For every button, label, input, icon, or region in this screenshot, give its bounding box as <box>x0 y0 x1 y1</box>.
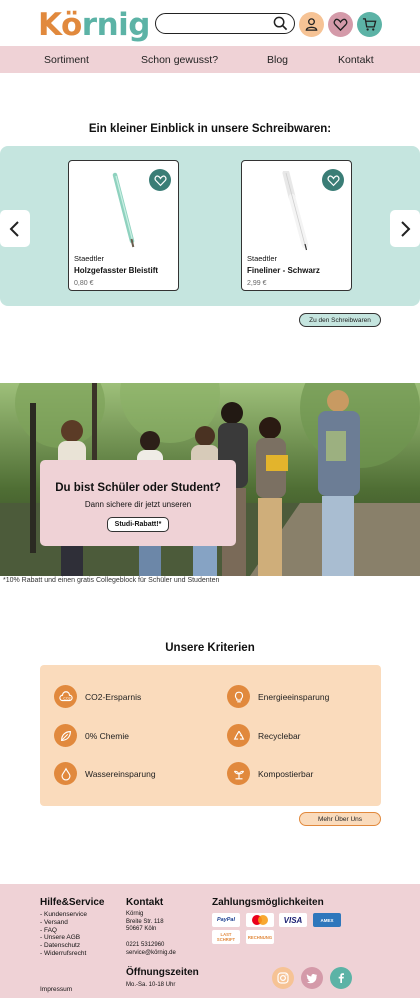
svg-text:CO2: CO2 <box>63 696 70 700</box>
nav-item-blog[interactable]: Blog <box>267 54 288 66</box>
pencil-image <box>112 172 135 248</box>
facebook-button[interactable] <box>330 967 352 989</box>
twitter-button[interactable] <box>301 967 323 989</box>
kriterium-energie: Energieeinsparung <box>227 685 329 708</box>
product-name[interactable]: Fineliner - Schwarz <box>247 266 320 275</box>
footer-phone[interactable]: 0221 5312960 <box>126 942 176 950</box>
wishlist-button[interactable] <box>328 12 353 37</box>
logo-part-1: Kö <box>38 7 82 43</box>
product-price: 0,80 € <box>74 280 94 287</box>
kriterium-wasser: Wassereinsparung <box>54 762 156 785</box>
user-icon <box>305 18 318 31</box>
student-discount-box: Du bist Schüler oder Student? Dann siche… <box>40 460 236 546</box>
heart-icon <box>333 18 348 32</box>
hero-subtitle: Dann sichere dir jetzt unseren <box>84 500 192 509</box>
student-hero-banner: Du bist Schüler oder Student? Dann siche… <box>0 383 420 576</box>
product-carousel: Staedtler Holzgefasster Bleistift 0,80 €… <box>0 146 420 306</box>
to-stationery-button[interactable]: Zu den Schreibwaren <box>299 313 381 327</box>
lastschrift-badge: LAST SCHRIFT <box>212 930 240 944</box>
paypal-badge: PayPal <box>212 913 240 927</box>
hero-title: Du bist Schüler oder Student? <box>55 482 221 494</box>
mastercard-badge <box>246 913 274 927</box>
carousel-prev-button[interactable] <box>0 210 30 247</box>
rechnung-badge: RECHNUNG <box>246 930 274 944</box>
footer-link-kundenservice[interactable]: Kundenservice <box>40 911 87 919</box>
cart-icon <box>362 18 377 31</box>
twitter-icon <box>306 974 318 984</box>
sprout-icon <box>233 770 244 779</box>
footer-link-datenschutz[interactable]: Datenschutz <box>40 942 87 950</box>
carousel-next-button[interactable] <box>390 210 420 247</box>
account-button[interactable] <box>299 12 324 37</box>
footer-link-versand[interactable]: Versand <box>40 919 87 927</box>
footer-address: Körnig Breite Str. 118 50667 Köln <box>126 911 164 933</box>
footer-link-agb[interactable]: Unsere AGB <box>40 934 87 942</box>
mastercard-icon <box>252 915 268 925</box>
kriterium-co2: CO2 CO2-Ersparnis <box>54 685 141 708</box>
kriterium-chemie: 0% Chemie <box>54 724 129 747</box>
product-brand: Staedtler <box>247 254 278 263</box>
main-nav: Sortiment Schon gewusst? Blog Kontakt <box>0 46 420 73</box>
heart-icon <box>327 174 339 186</box>
cloud-co2-icon: CO2 <box>58 690 73 701</box>
recycle-icon <box>233 730 244 740</box>
instagram-icon <box>277 972 289 984</box>
footer-payment-title: Zahlungsmöglichkeiten <box>212 897 324 908</box>
product-brand: Staedtler <box>74 254 105 263</box>
kriterium-recycle: Recyclebar <box>227 724 301 747</box>
water-drop-icon <box>60 766 71 781</box>
logo-part-2: rnig <box>81 7 151 43</box>
chevron-left-icon <box>9 220 19 237</box>
discount-footnote: *10% Rabatt und einen gratis Collegebloc… <box>3 577 220 584</box>
search-input[interactable] <box>155 13 295 34</box>
logo[interactable]: Körnig <box>38 7 150 43</box>
more-about-us-button[interactable]: Mehr Über Uns <box>299 812 381 826</box>
add-to-wishlist-button[interactable] <box>149 169 171 191</box>
kriterien-title: Unsere Kriterien <box>165 642 255 654</box>
product-name[interactable]: Holzgefasster Bleistift <box>74 266 158 275</box>
chevron-right-icon <box>401 220 411 237</box>
search-icon[interactable] <box>273 16 288 31</box>
heart-icon <box>154 174 166 186</box>
footer-hilfe-title: Hilfe&Service <box>40 897 105 908</box>
footer-hours: Mo.-Sa. 10-18 Uhr <box>126 982 176 988</box>
leaf-icon <box>60 730 71 741</box>
product-price: 2,99 € <box>247 280 267 287</box>
cart-button[interactable] <box>357 12 382 37</box>
fineliner-image <box>282 171 309 251</box>
footer-hours-title: Öffnungszeiten <box>126 967 199 978</box>
lightbulb-icon <box>234 691 243 702</box>
footer-link-faq[interactable]: FAQ <box>40 927 87 935</box>
product-card[interactable]: Staedtler Fineliner - Schwarz 2,99 € <box>241 160 352 291</box>
footer-link-widerrufsrecht[interactable]: Widerrufsrecht <box>40 950 87 958</box>
footer-email[interactable]: service@körnig.de <box>126 950 176 958</box>
instagram-button[interactable] <box>272 967 294 989</box>
products-section-title: Ein kleiner Einblick in unsere Schreibwa… <box>88 123 332 135</box>
facebook-icon <box>338 973 344 983</box>
footer-hilfe-list: Kundenservice Versand FAQ Unsere AGB Dat… <box>40 911 87 958</box>
amex-badge: AMEX <box>313 913 341 927</box>
footer-link-impressum[interactable]: Impressum <box>40 986 72 994</box>
kriterien-box: CO2 CO2-Ersparnis Energieeinsparung 0% C… <box>40 665 381 806</box>
nav-item-kontakt[interactable]: Kontakt <box>338 54 374 66</box>
kriterium-kompost: Kompostierbar <box>227 762 313 785</box>
footer-kontakt-title: Kontakt <box>126 897 164 908</box>
student-discount-button[interactable]: Studi-Rabatt!* <box>107 517 169 532</box>
product-card[interactable]: Staedtler Holzgefasster Bleistift 0,80 € <box>68 160 179 291</box>
visa-badge: VISA <box>279 913 307 927</box>
nav-item-schon-gewusst[interactable]: Schon gewusst? <box>141 54 218 66</box>
add-to-wishlist-button[interactable] <box>322 169 344 191</box>
footer-contact-details: 0221 5312960 service@körnig.de <box>126 942 176 957</box>
nav-item-sortiment[interactable]: Sortiment <box>44 54 89 66</box>
